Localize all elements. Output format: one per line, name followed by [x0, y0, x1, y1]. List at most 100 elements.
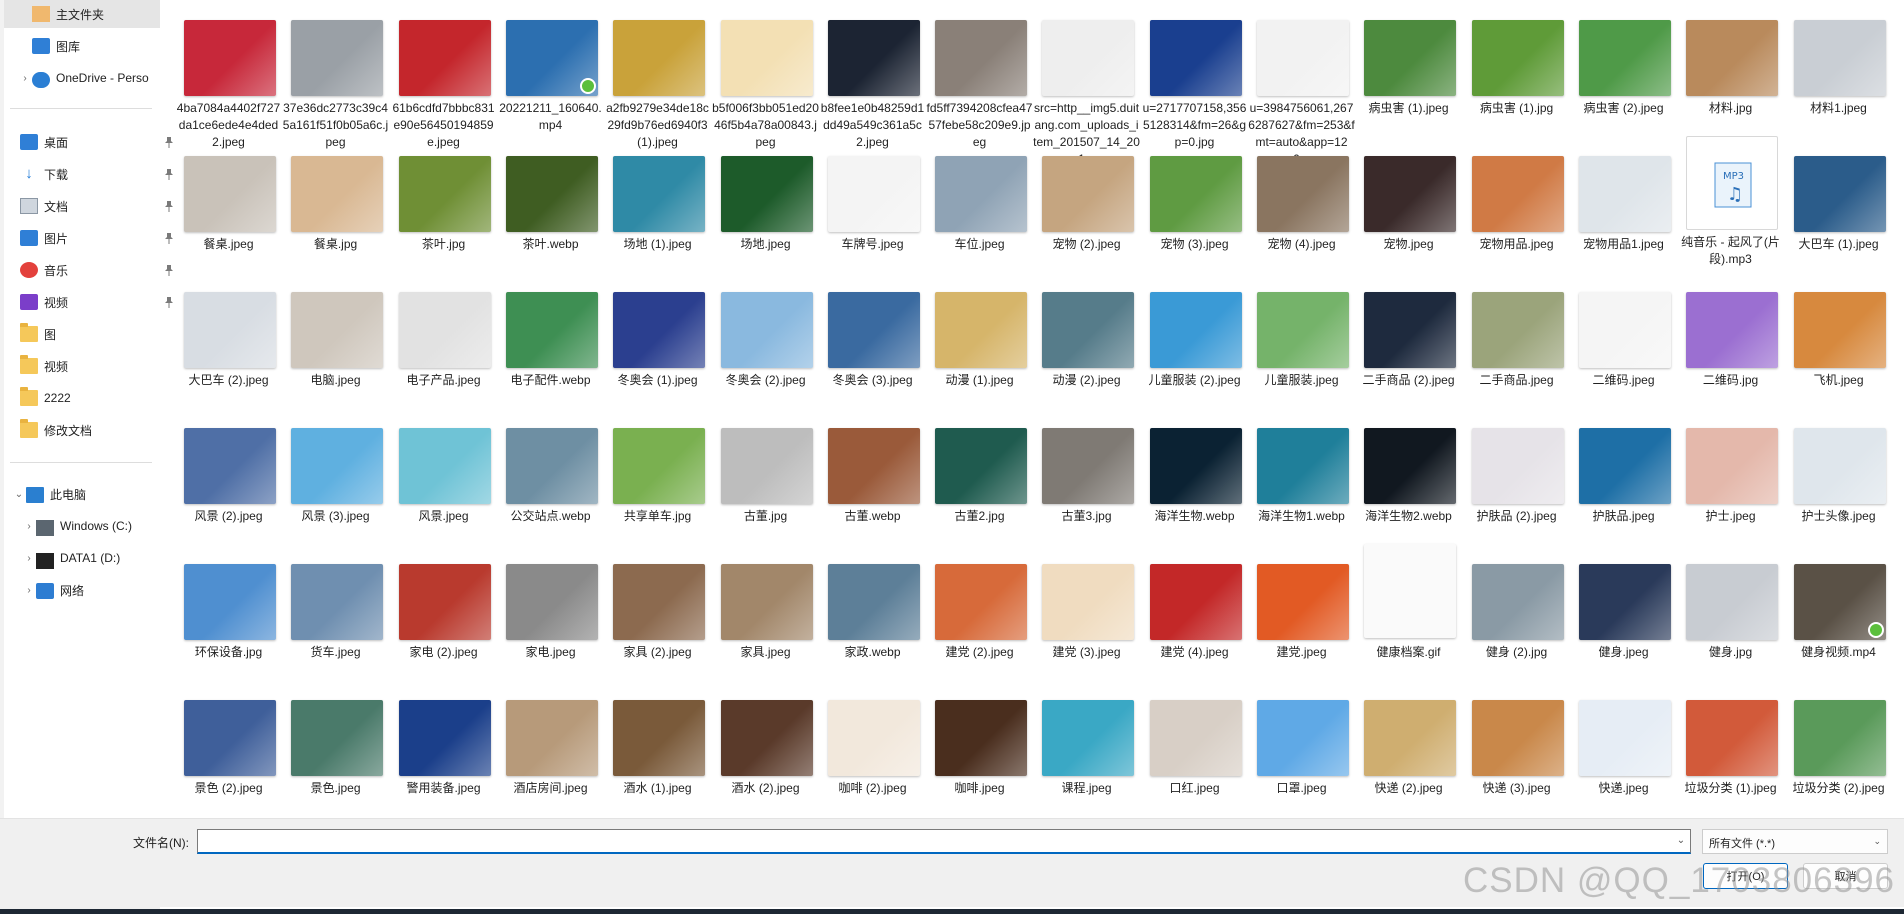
image-thumbnail — [1579, 564, 1671, 640]
nav-item-7[interactable]: 音乐 — [18, 256, 173, 284]
pin-icon[interactable] — [164, 136, 174, 148]
image-thumbnail — [291, 20, 383, 96]
file-item[interactable]: 快递 (2).jpeg — [1355, 680, 1462, 818]
file-name: 儿童服装 (2).jpeg — [1148, 373, 1241, 387]
file-name: 风景.jpeg — [418, 509, 469, 523]
pin-icon[interactable] — [164, 168, 174, 180]
music-icon — [20, 262, 38, 278]
image-thumbnail — [1686, 292, 1778, 368]
nav-item-8[interactable]: 视频 — [18, 288, 173, 316]
nav-item-13[interactable]: ⌄ 此电脑 — [12, 480, 158, 508]
pin-icon[interactable] — [164, 232, 174, 244]
nav-item-16[interactable]: › 网络 — [22, 576, 158, 604]
file-name: 纯音乐 - 起风了(片段).mp3 — [1681, 235, 1780, 266]
image-thumbnail — [1472, 700, 1564, 776]
image-thumbnail — [184, 700, 276, 776]
image-thumbnail — [935, 700, 1027, 776]
image-thumbnail — [1257, 156, 1349, 232]
file-item[interactable]: 垃圾分类 (1).jpeg — [1677, 680, 1784, 818]
file-item[interactable]: 垃圾分类 (2).jpeg — [1785, 680, 1892, 818]
file-item[interactable]: 酒水 (2).jpeg — [712, 680, 819, 818]
expand-chevron-icon[interactable]: › — [22, 521, 36, 532]
image-thumbnail — [1794, 428, 1886, 504]
nav-item-4[interactable]: ↓ 下载 — [18, 160, 173, 188]
nav-item-10[interactable]: 视频 — [18, 352, 158, 380]
pin-icon[interactable] — [164, 200, 174, 212]
image-thumbnail — [1472, 156, 1564, 232]
nav-item-6[interactable]: 图片 — [18, 224, 173, 252]
image-thumbnail — [1150, 20, 1242, 96]
pin-icon[interactable] — [164, 296, 174, 308]
download-icon: ↓ — [25, 165, 33, 182]
nav-item-3[interactable]: 桌面 — [18, 128, 173, 156]
expand-chevron-icon[interactable]: ⌄ — [12, 489, 26, 500]
nav-item-14[interactable]: › Windows (C:) — [22, 512, 158, 540]
video-thumbnail — [1794, 564, 1886, 640]
image-thumbnail — [184, 564, 276, 640]
image-thumbnail — [613, 700, 705, 776]
filename-history-chevron-icon[interactable]: ⌄ — [1673, 831, 1689, 851]
nav-scrollbar[interactable] — [0, 0, 4, 820]
file-item[interactable]: 口红.jpeg — [1141, 680, 1248, 818]
image-thumbnail — [1150, 564, 1242, 640]
image-thumbnail — [1794, 292, 1886, 368]
nav-item-0[interactable]: 主文件夹 — [4, 0, 160, 28]
image-thumbnail — [935, 156, 1027, 232]
file-name: 二手商品 (2).jpeg — [1362, 373, 1455, 387]
file-name: 风景 (2).jpeg — [194, 509, 263, 523]
nav-item-label: 主文件夹 — [56, 7, 105, 22]
nav-item-15[interactable]: › DATA1 (D:) — [22, 544, 158, 572]
nav-item-12[interactable]: 修改文档 — [18, 416, 158, 444]
file-item[interactable]: 警用装备.jpeg — [390, 680, 497, 818]
image-thumbnail — [1579, 20, 1671, 96]
file-name: 酒水 (1).jpeg — [623, 781, 692, 795]
file-item[interactable]: 酒水 (1).jpeg — [604, 680, 711, 818]
nav-item-9[interactable]: 图 — [18, 320, 158, 348]
nav-item-5[interactable]: 文档 — [18, 192, 173, 220]
file-item[interactable]: 景色 (2).jpeg — [175, 680, 282, 818]
expand-chevron-icon[interactable]: › — [22, 585, 36, 596]
file-name: 咖啡 (2).jpeg — [838, 781, 907, 795]
image-thumbnail — [506, 292, 598, 368]
file-item[interactable]: 咖啡.jpeg — [926, 680, 1033, 818]
file-item[interactable]: 咖啡 (2).jpeg — [819, 680, 926, 818]
expand-chevron-icon[interactable]: › — [22, 553, 36, 564]
file-name: 古董.jpg — [743, 509, 788, 523]
file-name: 口红.jpeg — [1169, 781, 1220, 795]
file-item[interactable]: 酒店房间.jpeg — [497, 680, 604, 818]
image-thumbnail — [1042, 428, 1134, 504]
file-name: 餐桌.jpg — [313, 237, 358, 251]
nav-item-label: 桌面 — [44, 135, 69, 150]
expand-chevron-icon[interactable]: › — [18, 73, 32, 84]
cloud-icon — [32, 71, 50, 88]
file-name: 快递 (3).jpeg — [1482, 781, 1551, 795]
watermark: CSDN @QQ_1703806396 — [1463, 861, 1895, 900]
file-name: 健身 (2).jpg — [1485, 645, 1548, 659]
audio-file-icon: MP3 ♫ — [1686, 136, 1778, 230]
image-thumbnail — [1794, 700, 1886, 776]
nav-item-1[interactable]: 图库 — [18, 32, 158, 60]
filetype-select[interactable]: 所有文件 (*.*) ⌄ — [1702, 829, 1888, 854]
image-thumbnail — [1150, 428, 1242, 504]
file-item[interactable]: 课程.jpeg — [1033, 680, 1140, 818]
nav-item-label: 网络 — [60, 583, 85, 598]
image-thumbnail — [1472, 564, 1564, 640]
file-name: 宠物 (2).jpeg — [1052, 237, 1121, 251]
file-item[interactable]: 景色.jpeg — [282, 680, 389, 818]
file-item[interactable]: 快递 (3).jpeg — [1463, 680, 1570, 818]
nav-item-label: 修改文档 — [44, 423, 93, 438]
file-item[interactable]: 口罩.jpeg — [1248, 680, 1355, 818]
file-name: 护士.jpeg — [1705, 509, 1756, 523]
nav-item-11[interactable]: 2222 — [18, 384, 158, 412]
nav-item-label: Windows (C:) — [60, 519, 133, 533]
image-thumbnail — [613, 564, 705, 640]
nav-item-2[interactable]: › OneDrive - Perso — [18, 64, 158, 92]
file-name: 大巴车 (2).jpeg — [188, 373, 269, 387]
pin-icon[interactable] — [164, 264, 174, 276]
video-badge-icon — [580, 78, 596, 94]
filename-input[interactable] — [197, 829, 1691, 854]
folder-icon — [20, 419, 38, 438]
file-item[interactable]: 快递.jpeg — [1570, 680, 1677, 818]
nav-item-label: 2222 — [44, 391, 71, 405]
image-thumbnail — [1042, 292, 1134, 368]
